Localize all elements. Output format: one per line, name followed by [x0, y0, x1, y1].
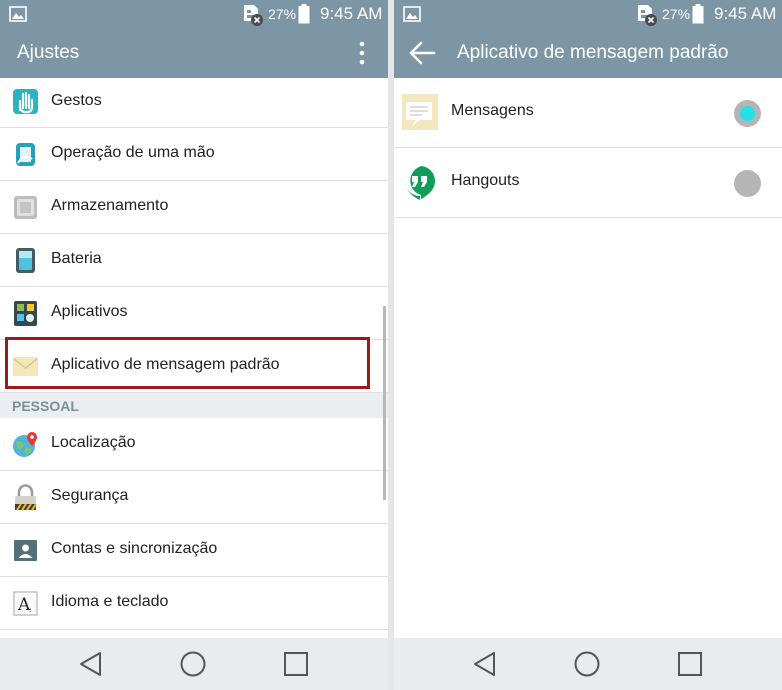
no-sim-icon	[638, 5, 657, 26]
nav-recents-icon[interactable]	[284, 652, 308, 676]
nav-back-icon[interactable]	[78, 651, 104, 677]
settings-item-label: Contas e sincronização	[51, 540, 218, 557]
messages-app-icon	[402, 94, 438, 130]
radio-button-selected[interactable]	[734, 100, 761, 127]
accounts-icon	[14, 540, 37, 561]
settings-item-aplicativos[interactable]: Aplicativos	[0, 287, 388, 340]
settings-item-label: Gestos	[51, 92, 102, 109]
section-header-label: PESSOAL	[12, 398, 79, 414]
svg-text::: :	[29, 606, 31, 614]
status-bar: 27% 9:45 AM	[0, 0, 388, 28]
no-sim-icon	[244, 5, 263, 26]
nav-home-icon[interactable]	[180, 651, 206, 677]
image-notification-icon	[9, 6, 27, 22]
settings-item-contas[interactable]: Contas e sincronização	[0, 524, 388, 577]
settings-item-label: Segurança	[51, 487, 129, 504]
battery-status-icon	[298, 4, 310, 24]
settings-item-label: Idioma e teclado	[51, 593, 169, 610]
app-bar: Aplicativo de mensagem padrão	[394, 28, 782, 78]
hangouts-icon	[405, 166, 435, 200]
storage-icon	[14, 196, 37, 219]
back-arrow-icon[interactable]	[408, 40, 436, 66]
nav-back-icon[interactable]	[472, 651, 498, 677]
option-label: Mensagens	[451, 102, 534, 119]
settings-item-idioma[interactable]: A : Idioma e teclado	[0, 577, 388, 630]
settings-item-label: Localização	[51, 434, 136, 451]
nav-home-icon[interactable]	[574, 651, 600, 677]
settings-item-gestos[interactable]: Gestos	[0, 78, 388, 128]
overflow-menu-icon[interactable]	[354, 40, 370, 66]
apps-icon	[14, 301, 37, 326]
battery-percent: 27%	[268, 6, 297, 22]
option-mensagens[interactable]: Mensagens	[394, 78, 782, 148]
settings-item-armazenamento[interactable]: Armazenamento	[0, 181, 388, 234]
padlock-icon	[15, 484, 37, 511]
nav-recents-icon[interactable]	[678, 652, 702, 676]
settings-item-bateria[interactable]: Bateria	[0, 234, 388, 287]
location-globe-icon	[13, 432, 37, 457]
battery-percent: 27%	[662, 6, 691, 22]
page-title: Aplicativo de mensagem padrão	[457, 42, 729, 63]
battery-status-icon	[692, 4, 704, 24]
messaging-app-list: Mensagens Hangouts	[394, 78, 782, 638]
settings-item-seguranca[interactable]: Segurança	[0, 471, 388, 524]
settings-item-operacao-uma-mao[interactable]: Operação de uma mão	[0, 128, 388, 181]
settings-screen: 27% 9:45 AM Ajustes Gestos Operação de u…	[0, 0, 388, 690]
scrollbar[interactable]	[383, 306, 386, 500]
option-hangouts[interactable]: Hangouts	[394, 148, 782, 218]
settings-item-label: Armazenamento	[51, 197, 169, 214]
settings-item-label: Aplicativos	[51, 303, 128, 320]
highlight-box	[5, 337, 370, 389]
clock: 9:45 AM	[714, 4, 777, 23]
battery-icon	[16, 248, 35, 273]
settings-item-label: Bateria	[51, 250, 102, 267]
status-bar: 27% 9:45 AM	[394, 0, 782, 28]
default-messaging-screen: 27% 9:45 AM Aplicativo de mensagem padrã…	[394, 0, 782, 690]
option-label: Hangouts	[451, 172, 520, 189]
hand-gesture-icon	[13, 89, 38, 114]
clock: 9:45 AM	[320, 4, 383, 23]
section-header-pessoal: PESSOAL	[0, 393, 388, 418]
one-hand-icon	[16, 143, 35, 166]
app-bar: Ajustes	[0, 28, 388, 78]
settings-item-localizacao[interactable]: Localização	[0, 418, 388, 471]
language-icon: A :	[13, 591, 38, 616]
image-notification-icon	[403, 6, 421, 22]
settings-item-label: Operação de uma mão	[51, 144, 215, 161]
radio-button-unselected[interactable]	[734, 170, 761, 197]
page-title: Ajustes	[17, 42, 80, 63]
